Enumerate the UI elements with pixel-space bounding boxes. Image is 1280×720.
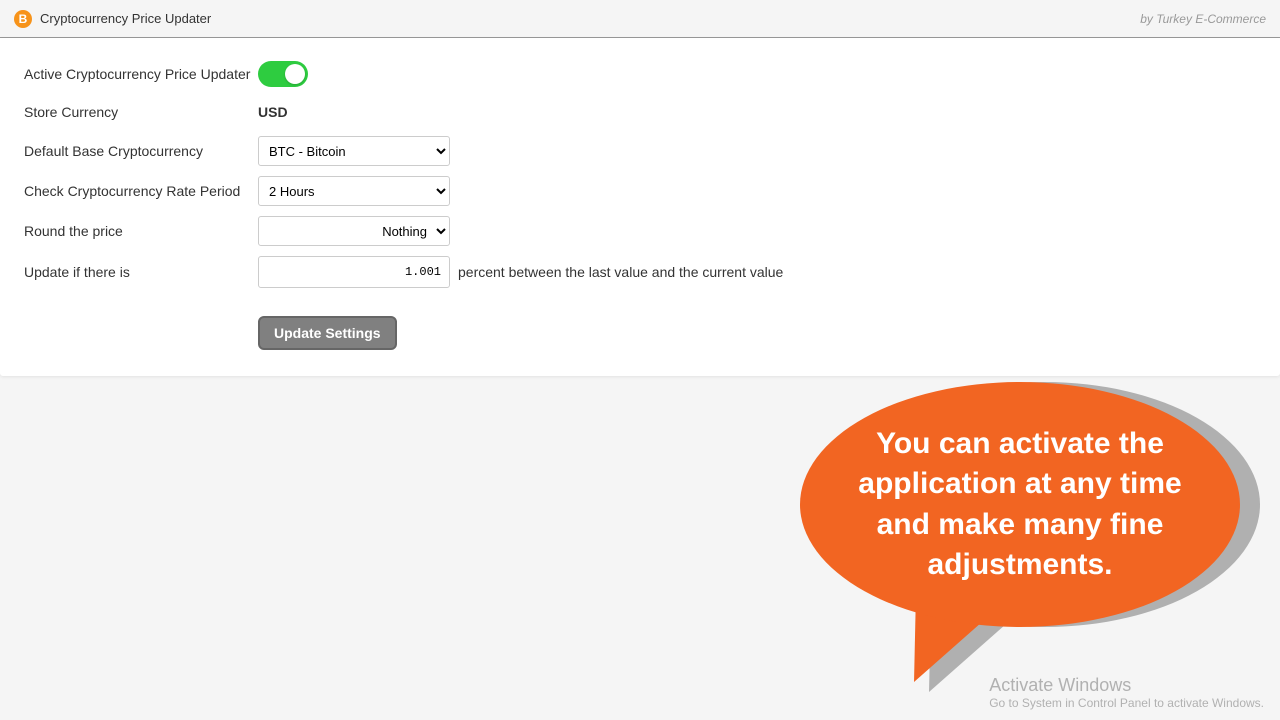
row-store-currency: Store Currency USD — [24, 98, 1256, 126]
toggle-active[interactable] — [258, 61, 308, 87]
input-update-threshold[interactable] — [258, 256, 450, 288]
update-settings-button[interactable]: Update Settings — [258, 316, 397, 350]
top-bar: B Cryptocurrency Price Updater by Turkey… — [0, 0, 1280, 38]
settings-panel: Active Cryptocurrency Price Updater Stor… — [0, 38, 1280, 376]
speech-bubble: You can activate the application at any … — [800, 370, 1260, 710]
speech-bubble-text: You can activate the application at any … — [838, 424, 1202, 586]
speech-bubble-body: You can activate the application at any … — [800, 382, 1240, 627]
row-update-threshold: Update if there is percent between the l… — [24, 256, 1256, 288]
row-rate-period: Check Cryptocurrency Rate Period 2 Hours — [24, 176, 1256, 206]
bitcoin-icon: B — [14, 10, 32, 28]
row-base-crypto: Default Base Cryptocurrency BTC - Bitcoi… — [24, 136, 1256, 166]
label-active: Active Cryptocurrency Price Updater — [24, 66, 258, 82]
byline: by Turkey E-Commerce — [1140, 12, 1266, 26]
row-submit: Update Settings — [24, 298, 1256, 350]
app-title: Cryptocurrency Price Updater — [40, 11, 211, 26]
select-rate-period[interactable]: 2 Hours — [258, 176, 450, 206]
select-base-crypto[interactable]: BTC - Bitcoin — [258, 136, 450, 166]
label-round-price: Round the price — [24, 223, 258, 239]
row-round-price: Round the price Nothing — [24, 216, 1256, 246]
suffix-update-threshold: percent between the last value and the c… — [458, 264, 783, 280]
label-update-threshold: Update if there is — [24, 264, 258, 280]
row-active: Active Cryptocurrency Price Updater — [24, 60, 1256, 88]
top-bar-left: B Cryptocurrency Price Updater — [14, 10, 211, 28]
label-base-crypto: Default Base Cryptocurrency — [24, 143, 258, 159]
select-round-price[interactable]: Nothing — [258, 216, 450, 246]
label-store-currency: Store Currency — [24, 104, 258, 120]
label-rate-period: Check Cryptocurrency Rate Period — [24, 183, 258, 199]
toggle-knob — [285, 64, 305, 84]
value-store-currency: USD — [258, 104, 288, 120]
